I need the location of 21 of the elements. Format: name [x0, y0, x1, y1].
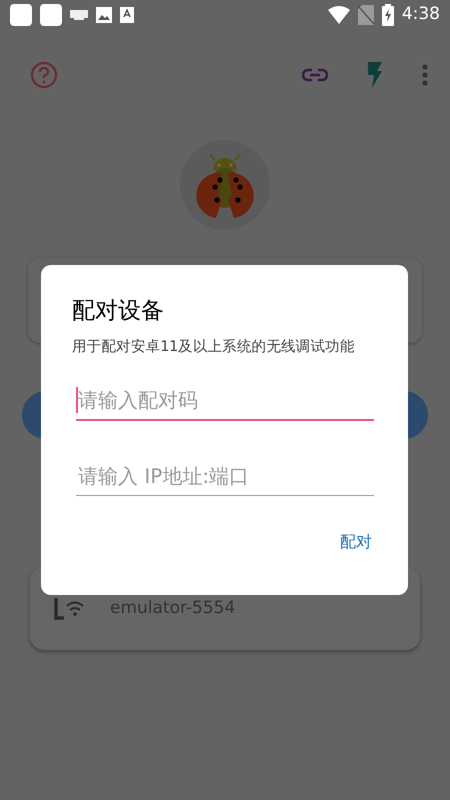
input-field[interactable]: 请输入配对码	[76, 378, 374, 421]
dialog-description: 用于配对安卓11及以上系统的无线调试功能	[72, 338, 356, 357]
no-sim-icon	[358, 5, 374, 25]
image-icon	[96, 7, 112, 23]
link-icon[interactable]	[302, 68, 328, 82]
wireless-device-icon	[54, 598, 86, 620]
more-menu-icon[interactable]	[422, 64, 428, 86]
notification-icon	[40, 4, 62, 26]
battery-icon	[382, 4, 394, 26]
clock-time: 4:38	[402, 3, 440, 26]
font-icon	[120, 7, 134, 23]
input-field[interactable]: 请输入 IP地址:端口	[76, 454, 374, 496]
wifi-icon	[328, 6, 350, 24]
pair-button[interactable]: 配对	[334, 526, 378, 558]
dialog-title: 配对设备	[72, 297, 165, 326]
lightning-icon[interactable]	[366, 62, 384, 88]
text-cursor	[76, 386, 78, 413]
notification-icon	[10, 4, 32, 26]
help-icon[interactable]	[30, 61, 58, 89]
ladybug-logo-icon	[180, 140, 270, 230]
keyboard-icon	[70, 10, 88, 20]
